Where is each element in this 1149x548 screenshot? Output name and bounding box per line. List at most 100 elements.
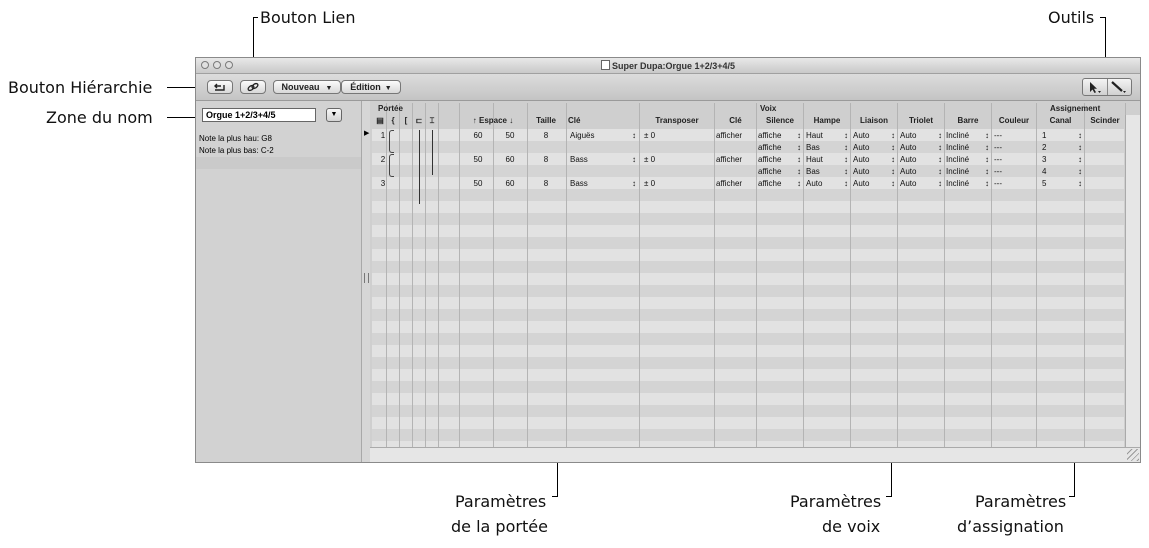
col-header-canal[interactable]: Canal — [1037, 115, 1084, 127]
stepper-arrows-icon[interactable]: ↕ — [938, 154, 942, 166]
rest-value[interactable]: affiche ↕ — [758, 142, 803, 154]
col-header-taille[interactable]: Taille — [527, 115, 565, 127]
key-display[interactable]: afficher — [716, 178, 756, 190]
stepper-arrows-icon[interactable]: ↕ — [891, 178, 895, 190]
name-menu-button[interactable]: ▼ — [326, 108, 342, 122]
stepper-arrows-icon[interactable]: ↕ — [797, 130, 801, 142]
stepper-arrows-icon[interactable]: ↕ — [797, 142, 801, 154]
col-header-transposer[interactable]: Transposer — [640, 115, 714, 127]
rest-value[interactable]: affiche ↕ — [758, 130, 803, 142]
beam-value[interactable]: Incliné ↕ — [946, 142, 991, 154]
col-header-espace[interactable]: ↑ Espace ↓ — [459, 115, 527, 127]
space-above[interactable]: 60 — [464, 130, 492, 142]
tie-value[interactable]: Auto ↕ — [853, 154, 897, 166]
color-value[interactable]: --- — [994, 154, 1036, 166]
bar-header[interactable]: ⊏ — [413, 115, 425, 127]
span-header[interactable]: ⌶ — [426, 115, 438, 127]
nouveau-menu[interactable]: Nouveau ▼ — [273, 80, 341, 94]
color-value[interactable]: --- — [994, 142, 1036, 154]
beam-value[interactable]: Incliné ↕ — [946, 166, 991, 178]
stepper-arrows-icon[interactable]: ↕ — [844, 166, 848, 178]
transpose-value[interactable]: ± 0 — [644, 130, 714, 142]
pencil-tool[interactable] — [1108, 79, 1132, 95]
tie-value[interactable]: Auto ↕ — [853, 166, 897, 178]
stepper-arrows-icon[interactable]: ↕ — [985, 130, 989, 142]
space-below[interactable]: 60 — [496, 178, 524, 190]
col-header-silence[interactable]: Silence — [757, 115, 803, 127]
space-above[interactable]: 50 — [464, 154, 492, 166]
channel-value[interactable]: 4 ↕ — [1042, 166, 1084, 178]
brace-header[interactable]: { — [387, 115, 399, 127]
rest-value[interactable]: affiche ↕ — [758, 154, 803, 166]
stem-value[interactable]: Bas ↕ — [806, 166, 850, 178]
title-bar[interactable]: Super Dupa:Orgue 1+2/3+4/5 — [196, 58, 1140, 74]
col-header-cle[interactable]: Clé — [568, 115, 638, 127]
transpose-value[interactable]: ± 0 — [644, 154, 714, 166]
tuplet-value[interactable]: Auto ↕ — [900, 154, 944, 166]
color-value[interactable]: --- — [994, 178, 1036, 190]
space-below[interactable]: 50 — [496, 130, 524, 142]
col-header-cle2[interactable]: Clé — [715, 115, 756, 127]
size-value[interactable]: 8 — [527, 178, 565, 190]
key-display[interactable]: afficher — [716, 130, 756, 142]
channel-value[interactable]: 2 ↕ — [1042, 142, 1084, 154]
stepper-arrows-icon[interactable]: ↕ — [1078, 154, 1082, 166]
rest-value[interactable]: affiche ↕ — [758, 178, 803, 190]
stepper-arrows-icon[interactable]: ↕ — [938, 142, 942, 154]
tuplet-value[interactable]: Auto ↕ — [900, 130, 944, 142]
tie-value[interactable]: Auto ↕ — [853, 130, 897, 142]
stepper-arrows-icon[interactable]: ↕ — [985, 166, 989, 178]
stepper-arrows-icon[interactable]: ↕ — [938, 178, 942, 190]
beam-value[interactable]: Incliné ↕ — [946, 178, 991, 190]
stepper-arrows-icon[interactable]: ↕ — [891, 130, 895, 142]
resize-grip-icon[interactable] — [1127, 449, 1139, 461]
stepper-arrows-icon[interactable]: ↕ — [985, 178, 989, 190]
panel-splitter[interactable] — [362, 101, 370, 462]
beam-value[interactable]: Incliné ↕ — [946, 154, 991, 166]
stepper-arrows-icon[interactable]: ↕ — [844, 142, 848, 154]
channel-value[interactable]: 1 ↕ — [1042, 130, 1084, 142]
stepper-arrows-icon[interactable]: ↕ — [844, 154, 848, 166]
stepper-arrows-icon[interactable]: ↕ — [891, 166, 895, 178]
hierarchy-button[interactable] — [207, 80, 233, 94]
staff-number[interactable]: 3 — [374, 178, 392, 190]
key-display[interactable]: afficher — [716, 154, 756, 166]
tuplet-value[interactable]: Auto ↕ — [900, 178, 944, 190]
stepper-arrows-icon[interactable]: ↕ — [891, 142, 895, 154]
stepper-arrows-icon[interactable]: ↕ — [938, 166, 942, 178]
size-value[interactable]: 8 — [527, 154, 565, 166]
stepper-arrows-icon[interactable]: ↕ — [985, 142, 989, 154]
bracket-header[interactable]: [ — [400, 115, 412, 127]
stepper-arrows-icon[interactable]: ↕ — [797, 154, 801, 166]
col-header-hampe[interactable]: Hampe — [804, 115, 850, 127]
edition-menu[interactable]: Édition ▼ — [341, 80, 401, 94]
transpose-value[interactable]: ± 0 — [644, 178, 714, 190]
rest-value[interactable]: affiche ↕ — [758, 166, 803, 178]
tie-value[interactable]: Auto ↕ — [853, 142, 897, 154]
col-header-liaison[interactable]: Liaison — [851, 115, 897, 127]
link-button[interactable] — [240, 80, 266, 94]
stepper-arrows-icon[interactable]: ↕ — [891, 154, 895, 166]
stepper-arrows-icon[interactable]: ↕ — [844, 130, 848, 142]
stepper-arrows-icon[interactable]: ↕ — [1078, 178, 1082, 190]
name-field[interactable]: Orgue 1+2/3+4/5 — [202, 108, 316, 122]
vertical-scrollbar[interactable] — [1125, 115, 1140, 448]
stepper-arrows-icon[interactable]: ↕ — [1078, 166, 1082, 178]
stepper-arrows-icon[interactable]: ↕ — [844, 178, 848, 190]
stepper-arrows-icon[interactable]: ↕ — [985, 154, 989, 166]
stem-value[interactable]: Bas ↕ — [806, 142, 850, 154]
channel-value[interactable]: 5 ↕ — [1042, 178, 1084, 190]
col-header-couleur[interactable]: Couleur — [992, 115, 1036, 127]
color-value[interactable]: --- — [994, 166, 1036, 178]
tie-value[interactable]: Auto ↕ — [853, 178, 897, 190]
space-above[interactable]: 50 — [464, 178, 492, 190]
stepper-arrows-icon[interactable]: ↕ — [632, 154, 636, 166]
stem-value[interactable]: Haut ↕ — [806, 130, 850, 142]
stepper-arrows-icon[interactable]: ↕ — [938, 130, 942, 142]
tuplet-value[interactable]: Auto ↕ — [900, 166, 944, 178]
stem-value[interactable]: Auto ↕ — [806, 178, 850, 190]
col-header-barre[interactable]: Barre — [945, 115, 991, 127]
stepper-arrows-icon[interactable]: ↕ — [632, 178, 636, 190]
col-header-scinder[interactable]: Scinder — [1085, 115, 1125, 127]
clef-value[interactable]: Bass ↕ — [570, 154, 638, 166]
